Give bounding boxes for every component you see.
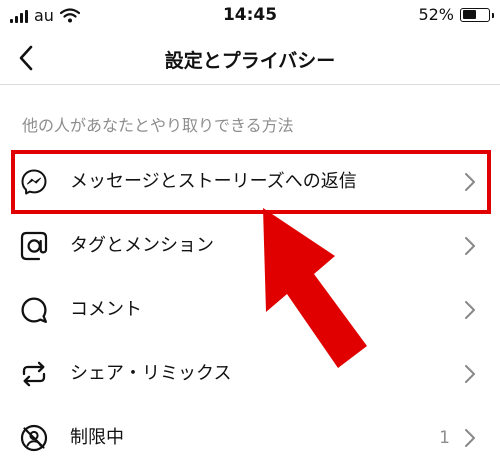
comment-bubble-icon	[18, 294, 50, 326]
battery-percent: 52%	[418, 5, 454, 24]
chevron-right-icon	[465, 365, 475, 383]
chevron-right-icon	[465, 237, 475, 255]
list-item-restricted[interactable]: 制限中 1	[0, 408, 500, 468]
restricted-icon	[18, 422, 50, 454]
restricted-count: 1	[439, 428, 450, 448]
section-header: 他の人があなたとやり取りできる方法	[22, 116, 294, 135]
chevron-right-icon	[465, 301, 475, 319]
list-item-label: シェア・リミックス	[70, 363, 232, 384]
status-bar: au 14:45 52%	[0, 0, 500, 32]
chevron-right-icon	[465, 429, 475, 447]
battery-icon	[460, 7, 494, 22]
battery-tip	[491, 12, 494, 18]
list-item-label: コメント	[70, 299, 142, 320]
at-sign-icon	[18, 230, 50, 262]
list-item-label: 制限中	[70, 427, 124, 448]
battery-fill	[462, 10, 476, 19]
page-title: 設定とプライバシー	[164, 50, 336, 72]
nav-bar: 設定とプライバシー	[0, 32, 500, 85]
pointer-arrow-icon	[263, 208, 367, 368]
status-right: 52%	[418, 5, 494, 24]
repost-icon	[18, 358, 50, 390]
list-item-label: タグとメンション	[70, 235, 214, 256]
